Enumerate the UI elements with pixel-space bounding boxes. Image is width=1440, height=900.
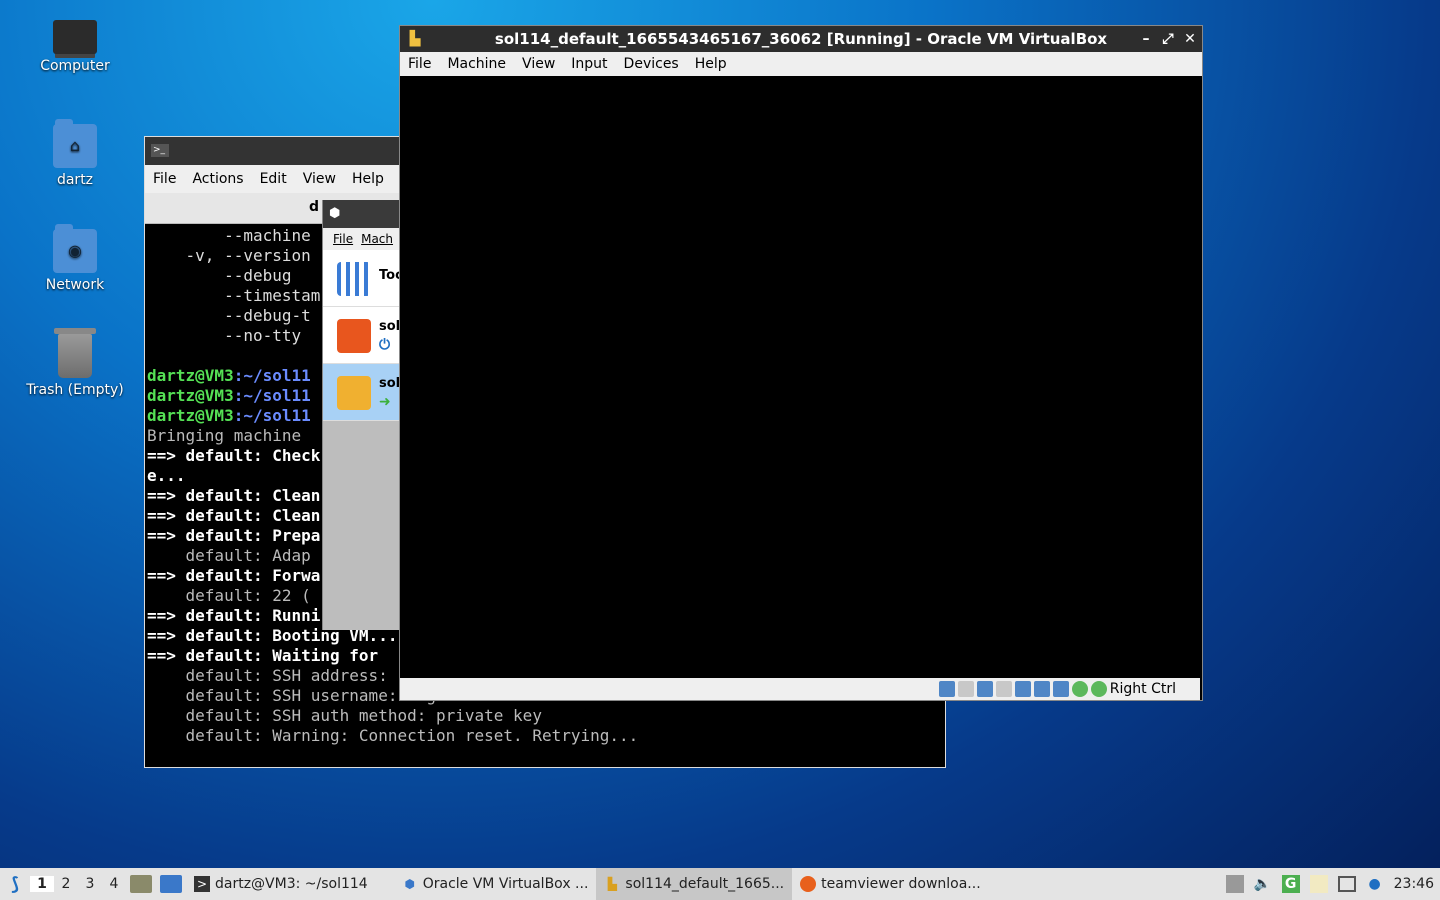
vm-menu-machine[interactable]: Machine (439, 56, 514, 72)
home-folder-icon: ⌂ (53, 119, 97, 168)
firefox-icon (800, 876, 817, 892)
vm-titlebar[interactable]: ▙ sol114_default_1665543465167_36062 [Ru… (400, 26, 1202, 52)
workspace-4[interactable]: 4 (102, 876, 126, 892)
prompt-user: dartz@VM3 (147, 406, 234, 425)
clipboard-icon[interactable]: G (1281, 875, 1300, 893)
trash-icon (54, 328, 96, 378)
network-adapter-icon[interactable] (995, 681, 1012, 697)
task-virtualbox-manager[interactable]: ⬢ Oracle VM VirtualBox ... (394, 868, 597, 900)
menu-actions[interactable]: Actions (184, 171, 251, 187)
vm-window[interactable]: ▙ sol114_default_1665543465167_36062 [Ru… (399, 25, 1203, 701)
running-arrow-icon: ➜ (379, 394, 391, 410)
vm-menu-file[interactable]: File (400, 56, 439, 72)
usb-icon[interactable] (1014, 681, 1031, 697)
clock[interactable]: 23:46 (1394, 876, 1434, 892)
notification-icon[interactable]: ● (1366, 875, 1384, 893)
window-controls: – ⤢ ✕ (1140, 26, 1196, 52)
hard-disk-icon[interactable] (938, 681, 955, 697)
menu-file[interactable]: File (145, 171, 184, 187)
virtualbox-manager-window[interactable]: ⬢ File Mach Too sol ⏻ sol ➜ (322, 200, 401, 630)
vm-statusbar: Right Ctrl (400, 678, 1200, 700)
host-key-label: Right Ctrl (1109, 681, 1176, 697)
solaris-vm-icon (337, 376, 371, 410)
start-menu-icon[interactable]: ⟆ (0, 874, 30, 895)
desktop-icon-network[interactable]: ◉ Network (15, 224, 135, 293)
menu-view[interactable]: View (295, 171, 344, 187)
desktop-icon-label: Computer (40, 58, 110, 74)
system-tray: 🔈 G ● 23:46 (1225, 875, 1440, 893)
network-tray-icon[interactable] (1337, 876, 1356, 892)
computer-icon (53, 20, 97, 54)
optical-drive-icon[interactable] (957, 681, 974, 697)
vbm-menu-machine[interactable]: Mach (359, 232, 399, 246)
prompt-user: dartz@VM3 (147, 366, 234, 385)
vm-menubar: File Machine View Input Devices Help (400, 52, 1202, 76)
prompt-path: :~/sol11 (233, 366, 311, 385)
vbm-item-vm-selected[interactable]: sol ➜ (323, 364, 401, 421)
vbm-menubar: File Mach (323, 228, 401, 250)
solaris-vm-icon (337, 319, 371, 353)
terminal-icon: >_ (151, 144, 169, 157)
show-desktop-icon[interactable] (160, 875, 182, 893)
audio-icon[interactable] (976, 681, 993, 697)
vbm-titlebar[interactable]: ⬢ (323, 200, 401, 228)
virtualbox-cube-icon: ⬢ (404, 877, 415, 891)
vm-menu-devices[interactable]: Devices (616, 56, 687, 72)
desktop-icon-label: Trash (Empty) (26, 382, 124, 398)
shared-folders-icon[interactable] (1033, 681, 1050, 697)
terminal-line: default: Warning: Connection reset. Retr… (147, 726, 639, 745)
workspace-1[interactable]: 1 (30, 876, 54, 892)
volume-icon[interactable]: 🔈 (1254, 875, 1272, 893)
prompt-path: :~/sol11 (233, 406, 311, 425)
workspace-3[interactable]: 3 (78, 876, 102, 892)
desktop-icon-label: dartz (56, 172, 94, 188)
vm-display[interactable] (400, 76, 1200, 676)
vm-menu-view[interactable]: View (514, 56, 563, 72)
updates-icon[interactable] (1225, 875, 1244, 893)
maximize-icon[interactable]: ⤢ (1162, 26, 1174, 52)
task-vm-window[interactable]: ▙ sol114_default_1665... (596, 868, 793, 900)
vm-menu-help[interactable]: Help (687, 56, 735, 72)
terminal-icon: > (194, 876, 210, 892)
mouse-integration-icon[interactable] (1071, 681, 1088, 697)
display-icon[interactable] (1052, 681, 1069, 697)
prompt-path: :~/sol11 (233, 386, 311, 405)
tools-icon (337, 262, 371, 296)
notes-icon[interactable] (1309, 875, 1328, 893)
taskbar: ⟆ 1 2 3 4 > dartz@VM3: ~/sol114 ⬢ Oracle… (0, 868, 1440, 900)
file-manager-icon[interactable] (130, 875, 152, 893)
vm-window-title: sol114_default_1665543465167_36062 [Runn… (494, 30, 1108, 48)
desktop-icon-computer[interactable]: Computer (15, 14, 135, 74)
menu-help[interactable]: Help (344, 171, 392, 187)
virtualbox-cube-icon: ⬢ (329, 206, 341, 221)
desktop-icon-label: Network (45, 277, 105, 293)
powered-off-icon: ⏻ (379, 337, 391, 353)
virtualbox-vm-icon: ▙ (409, 31, 421, 47)
vm-menu-input[interactable]: Input (563, 56, 615, 72)
minimize-icon[interactable]: – (1140, 26, 1152, 52)
network-folder-icon: ◉ (53, 224, 97, 273)
vbm-item-tools[interactable]: Too (323, 250, 401, 307)
virtualbox-vm-icon: ▙ (607, 877, 618, 891)
menu-edit[interactable]: Edit (252, 171, 295, 187)
desktop-icon-trash[interactable]: Trash (Empty) (15, 328, 135, 398)
vbm-menu-file[interactable]: File (323, 232, 359, 246)
vbm-item-vm[interactable]: sol ⏻ (323, 307, 401, 364)
prompt-user: dartz@VM3 (147, 386, 234, 405)
desktop-icon-home[interactable]: ⌂ dartz (15, 119, 135, 188)
workspace-2[interactable]: 2 (54, 876, 78, 892)
close-icon[interactable]: ✕ (1184, 26, 1196, 52)
task-terminal[interactable]: > dartz@VM3: ~/sol114 (186, 868, 376, 900)
task-firefox[interactable]: teamviewer downloa... (792, 868, 989, 900)
terminal-tab-title: d (309, 199, 320, 215)
keyboard-capture-icon[interactable] (1090, 681, 1107, 697)
terminal-line: default: SSH auth method: private key (147, 706, 542, 725)
